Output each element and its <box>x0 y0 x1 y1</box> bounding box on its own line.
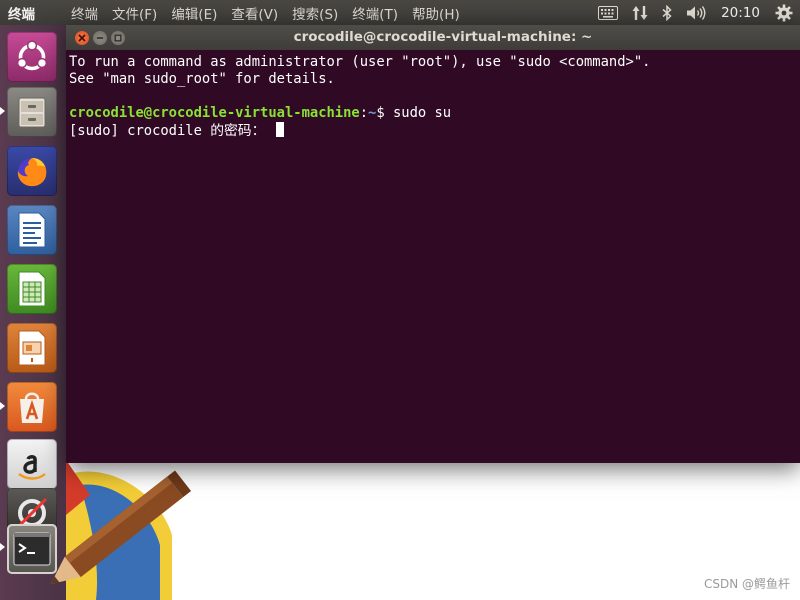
watermark: CSDN @鳄鱼杆 <box>703 577 790 591</box>
terminal-output[interactable]: To run a command as administrator (user … <box>66 50 800 140</box>
app-name[interactable]: 终端 <box>0 3 66 23</box>
prompt-command: $ sudo su <box>376 105 452 121</box>
running-indicator <box>0 107 5 115</box>
top-panel: 终端 终端 文件(F) 编辑(E) 查看(V) 搜索(S) 终端(T) 帮助(H… <box>0 0 800 25</box>
menu-terminal[interactable]: 终端 <box>66 3 107 23</box>
menu-view[interactable]: 查看(V) <box>226 3 287 23</box>
firefox-icon[interactable] <box>7 146 57 196</box>
menu-search[interactable]: 搜索(S) <box>287 3 347 23</box>
terminal-line: To run a command as administrator (user … <box>69 54 651 70</box>
network-icon[interactable] <box>632 0 648 25</box>
writer-icon[interactable] <box>7 205 57 255</box>
prompt-user-host: crocodile@crocodile-virtual-machine <box>69 105 360 121</box>
window-title: crocodile@crocodile-virtual-machine: ~ <box>293 29 593 45</box>
bluetooth-icon[interactable] <box>662 0 672 25</box>
password-line[interactable]: [sudo] crocodile 的密码： <box>69 122 800 140</box>
prompt-separator: : <box>359 105 369 121</box>
keyboard-icon[interactable] <box>598 0 619 25</box>
menu-bar: 终端 文件(F) 编辑(E) 查看(V) 搜索(S) 终端(T) 帮助(H) <box>66 3 469 23</box>
menu-terminal-t[interactable]: 终端(T) <box>347 3 407 23</box>
prompt-line: crocodile@crocodile-virtual-machine:~$ s… <box>69 105 800 122</box>
terminal-line: See "man sudo_root" for details. <box>69 71 335 87</box>
menu-file[interactable]: 文件(F) <box>107 3 166 23</box>
text-cursor <box>275 122 284 137</box>
software-center-icon[interactable] <box>7 382 57 432</box>
ubuntu-dash-icon[interactable] <box>7 32 57 82</box>
calc-icon[interactable] <box>7 264 57 314</box>
password-prompt: [sudo] crocodile 的密码： <box>69 123 274 139</box>
window-titlebar[interactable]: crocodile@crocodile-virtual-machine: ~ <box>66 25 800 50</box>
desktop-pencil-image <box>50 460 192 600</box>
running-indicator <box>0 402 5 410</box>
indicator-area: 20:10 <box>591 0 800 25</box>
impress-icon[interactable] <box>7 323 57 373</box>
terminal-window[interactable]: crocodile@crocodile-virtual-machine: ~ T… <box>66 25 800 463</box>
volume-icon[interactable] <box>686 0 706 25</box>
gear-icon[interactable] <box>775 0 793 25</box>
clock[interactable]: 20:10 <box>721 0 760 25</box>
files-icon[interactable] <box>7 87 57 137</box>
menu-edit[interactable]: 编辑(E) <box>166 3 226 23</box>
menu-help[interactable]: 帮助(H) <box>407 3 469 23</box>
